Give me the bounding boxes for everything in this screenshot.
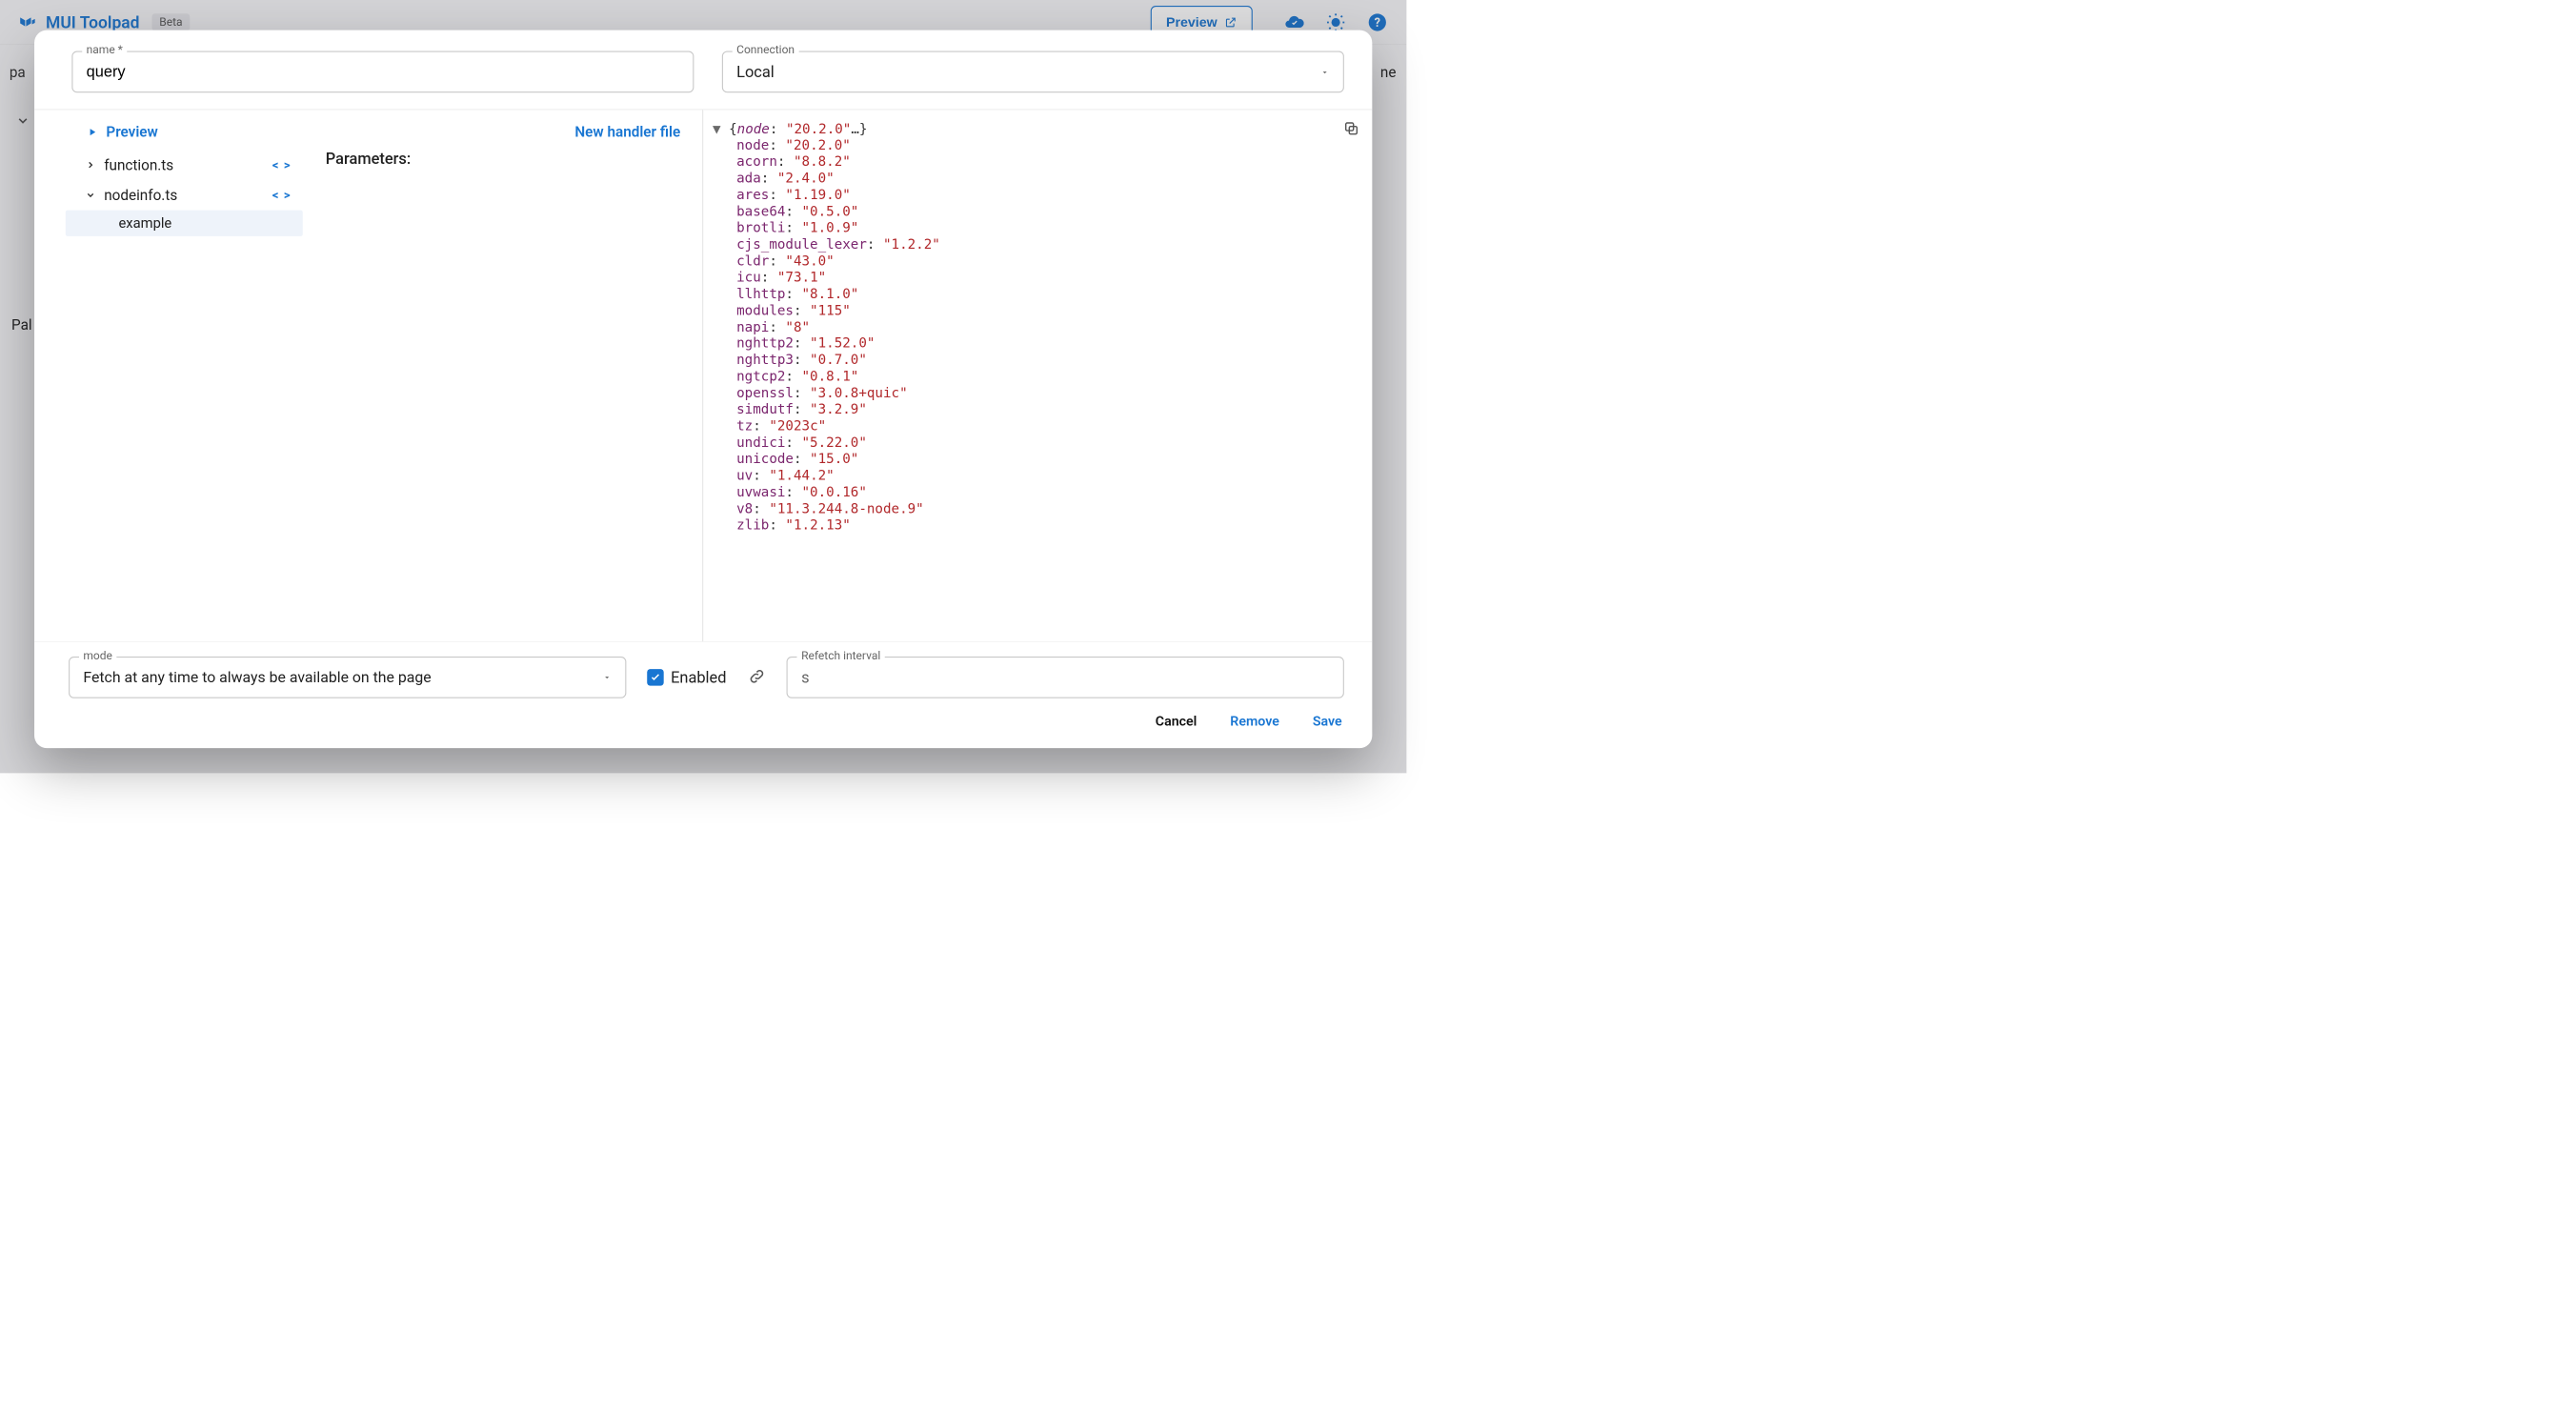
- mode-label: mode: [79, 649, 116, 662]
- play-icon: [87, 126, 98, 137]
- json-entry: undici: "5.22.0": [713, 435, 1355, 451]
- json-entry: modules: "115": [713, 303, 1355, 319]
- json-entry: acorn: "8.8.2": [713, 154, 1355, 171]
- json-entry: tz: "2023c": [713, 418, 1355, 435]
- json-entry: icu: "73.1": [713, 270, 1355, 286]
- save-button[interactable]: Save: [1311, 709, 1344, 735]
- json-entry: llhttp: "8.1.0": [713, 286, 1355, 302]
- binding-icon[interactable]: [748, 668, 766, 688]
- refetch-suffix: s: [801, 668, 809, 686]
- mode-field[interactable]: mode Fetch at any time to always be avai…: [69, 657, 626, 698]
- chevron-icon: [84, 190, 96, 200]
- dropdown-arrow-icon: [1320, 63, 1330, 81]
- tree-file-name: nodeinfo.ts: [104, 187, 177, 204]
- json-entry: ada: "2.4.0": [713, 171, 1355, 187]
- new-handler-button[interactable]: New handler file: [574, 123, 680, 140]
- code-tag-icon: < >: [272, 188, 292, 202]
- json-entry: v8: "11.3.244.8-node.9": [713, 501, 1355, 517]
- json-entry: ares: "1.19.0": [713, 187, 1355, 203]
- json-entry: brotli: "1.0.9": [713, 220, 1355, 236]
- dropdown-arrow-icon: [602, 669, 612, 687]
- mode-value: Fetch at any time to always be available…: [83, 669, 431, 687]
- json-entry: ngtcp2: "0.8.1": [713, 369, 1355, 385]
- remove-button[interactable]: Remove: [1228, 709, 1281, 735]
- tree-function[interactable]: example: [66, 211, 303, 236]
- copy-result-button[interactable]: [1343, 120, 1359, 141]
- json-entry: cldr: "43.0": [713, 253, 1355, 270]
- connection-field-label: Connection: [733, 44, 799, 57]
- chevron-icon: [84, 160, 96, 171]
- connection-value: Local: [736, 63, 775, 81]
- json-entry: zlib: "1.2.13": [713, 517, 1355, 534]
- json-entry: napi: "8": [713, 319, 1355, 335]
- tree-file[interactable]: nodeinfo.ts < >: [66, 180, 303, 211]
- checkbox-checked-icon: [647, 669, 663, 685]
- json-entry: base64: "0.5.0": [713, 204, 1355, 220]
- code-tag-icon: < >: [272, 157, 292, 172]
- name-field[interactable]: name *: [71, 51, 694, 93]
- json-entry: openssl: "3.0.8+quic": [713, 385, 1355, 401]
- run-preview-label: Preview: [106, 123, 157, 140]
- json-entry: cjs_module_lexer: "1.2.2": [713, 236, 1355, 253]
- tree-file[interactable]: function.ts < >: [66, 150, 303, 180]
- json-entry: unicode: "15.0": [713, 452, 1355, 468]
- tree-file-name: function.ts: [104, 156, 173, 173]
- json-entry: uv: "1.44.2": [713, 468, 1355, 484]
- parameters-heading: Parameters:: [326, 150, 685, 168]
- enabled-label: Enabled: [671, 668, 726, 686]
- query-editor-dialog: name * Connection Local Preview New han: [34, 30, 1372, 748]
- refetch-label: Refetch interval: [797, 649, 885, 662]
- cancel-button[interactable]: Cancel: [1154, 709, 1199, 735]
- refetch-interval-field[interactable]: Refetch interval s: [787, 657, 1344, 698]
- json-entry: node: "20.2.0": [713, 138, 1355, 154]
- json-entry: nghttp3: "0.7.0": [713, 353, 1355, 369]
- json-entry: nghttp2: "1.52.0": [713, 335, 1355, 352]
- connection-field[interactable]: Connection Local: [722, 51, 1344, 93]
- run-preview-button[interactable]: Preview: [87, 123, 158, 140]
- name-input[interactable]: [87, 63, 679, 81]
- name-field-label: name *: [82, 44, 127, 57]
- json-entry: uvwasi: "0.0.16": [713, 484, 1355, 500]
- handler-file-tree: function.ts < > nodeinfo.ts < > example: [66, 150, 303, 631]
- json-entry: simdutf: "3.2.9": [713, 402, 1355, 418]
- enabled-checkbox[interactable]: Enabled: [647, 668, 726, 686]
- result-json-viewer: ▼ {node: "20.2.0"…}node: "20.2.0"acorn: …: [703, 110, 1372, 641]
